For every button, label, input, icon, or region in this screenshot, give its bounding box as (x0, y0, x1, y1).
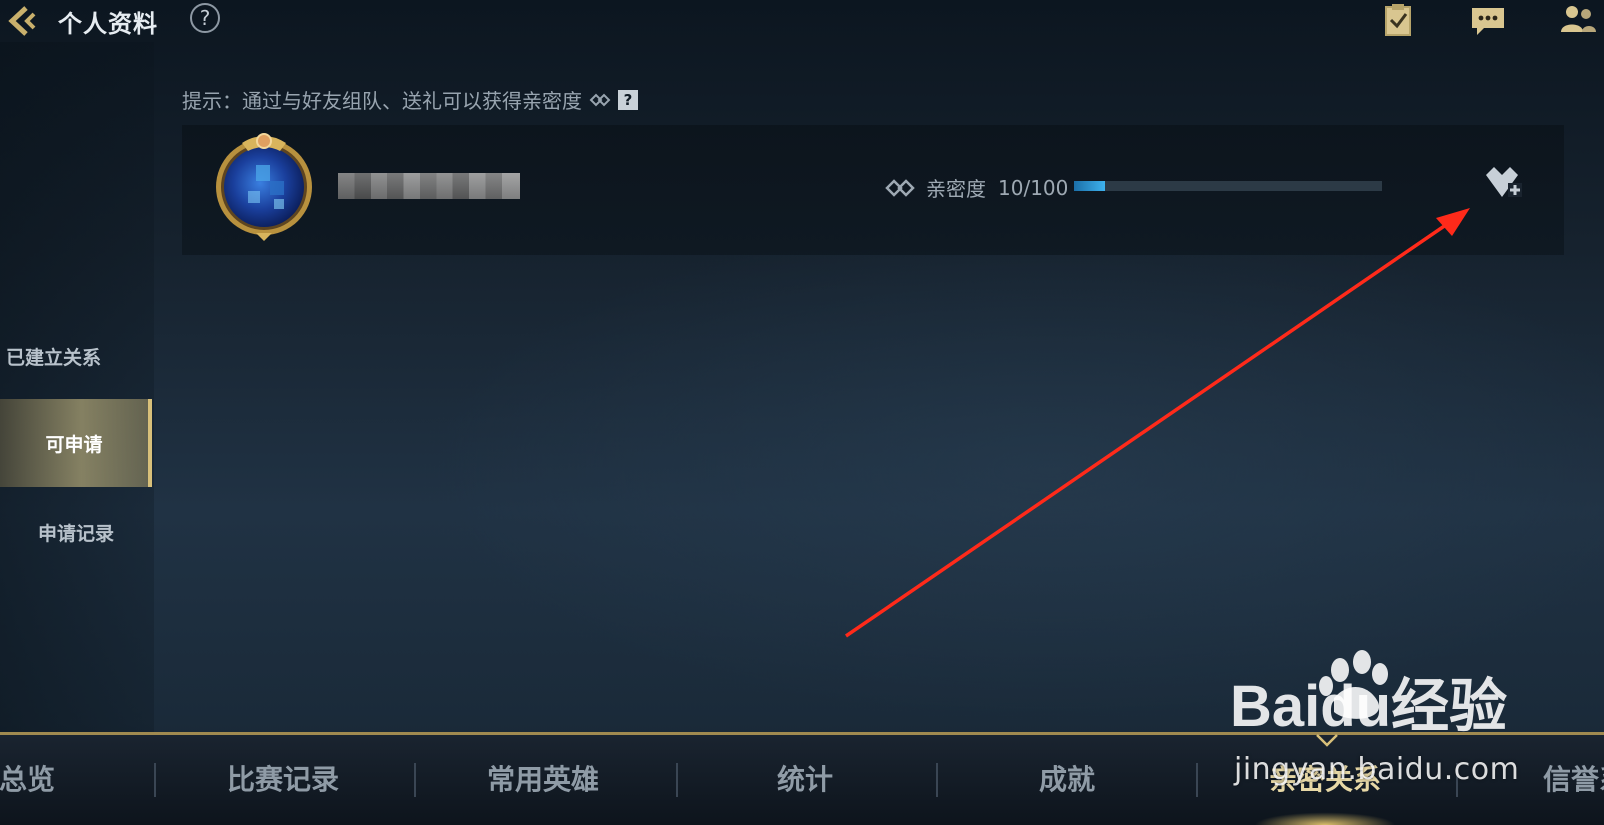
top-bar: 个人资料 ? (0, 0, 1604, 42)
watermark-logo-text: Baidu经验 (1230, 674, 1507, 739)
annotation-arrow (845, 208, 1470, 638)
chevron-left-icon (8, 6, 36, 36)
hint-help-button[interactable]: ? (618, 89, 638, 110)
tab-match-records[interactable]: 比赛记录 (168, 755, 398, 805)
sidebar-item-available[interactable]: 可申请 (0, 399, 152, 487)
tab-achievements[interactable]: 成就 (952, 755, 1182, 805)
linked-rings-icon (589, 93, 611, 106)
friend-card: 亲密度 10/100 (182, 125, 1564, 255)
tasks-button[interactable] (1378, 2, 1418, 38)
add-intimate-relationship-button[interactable] (1478, 165, 1528, 207)
linked-rings-icon (885, 178, 915, 197)
tab-divider (154, 763, 156, 797)
back-button[interactable] (4, 6, 44, 36)
help-button[interactable]: ? (190, 3, 220, 33)
active-tab-glow (1225, 799, 1425, 825)
clipboard-check-icon (1385, 4, 1411, 36)
question-icon: ? (199, 6, 211, 30)
tab-divider (1196, 763, 1198, 797)
intimacy-row: 亲密度 10/100 (884, 173, 1068, 202)
sidebar-item-label: 可申请 (45, 433, 103, 456)
chat-button[interactable] (1468, 2, 1508, 38)
intimacy-value: 10/100 (998, 175, 1069, 200)
chat-bubble-icon (1472, 8, 1504, 35)
avatar-frame-icon (216, 133, 312, 241)
page-title: 个人资料 (58, 10, 158, 38)
name-mosaic-overlay (338, 173, 520, 199)
intimacy-progress-fill (1074, 181, 1105, 191)
sidebar-item-label: 申请记录 (37, 522, 114, 545)
tab-divider (414, 763, 416, 797)
hint-text: 提示：通过与好友组队、送礼可以获得亲密度 (182, 89, 582, 113)
sidebar-item-application-history[interactable]: 申请记录 (0, 488, 152, 576)
friends-icon (1561, 6, 1596, 32)
hint-row: 提示：通过与好友组队、送礼可以获得亲密度 ? (182, 85, 638, 114)
intimacy-label: 亲密度 (926, 177, 986, 201)
heart-plus-icon (1486, 167, 1522, 197)
tab-divider (676, 763, 678, 797)
tab-divider (936, 763, 938, 797)
tab-frequent-heroes[interactable]: 常用英雄 (428, 755, 658, 805)
tab-statistics[interactable]: 统计 (690, 755, 920, 805)
avatar[interactable] (212, 129, 320, 243)
chevron-down-icon (1316, 734, 1338, 747)
tab-overview[interactable]: 总览 (0, 755, 142, 805)
sidebar: 已建立关系 可申请 申请记录 (0, 42, 154, 732)
intimacy-progress-bar (1074, 181, 1382, 191)
friends-button[interactable] (1558, 2, 1598, 38)
sidebar-item-established[interactable]: 已建立关系 (0, 312, 152, 400)
watermark-url: jingyan.baidu.com (1234, 752, 1520, 787)
sidebar-item-label: 已建立关系 (6, 346, 102, 369)
